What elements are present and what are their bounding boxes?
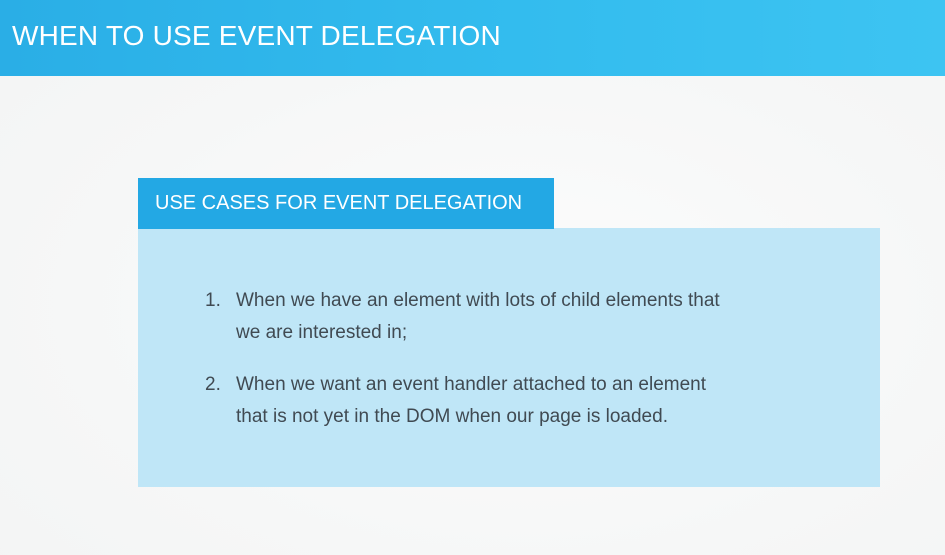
list-item-text-line-1: When we have an element with lots of chi…	[236, 290, 720, 311]
card-header: USE CASES FOR EVENT DELEGATION	[138, 178, 554, 229]
card-header-title: USE CASES FOR EVENT DELEGATION	[155, 192, 523, 214]
list-item-text-line-2: we are interested in;	[236, 322, 408, 343]
slide-title: WHEN TO USE EVENT DELEGATION	[12, 20, 501, 51]
list-item-text-line-2: that is not yet in the DOM when our page…	[236, 406, 668, 427]
title-bar: WHEN TO USE EVENT DELEGATION	[0, 0, 945, 76]
list-item-number: 2.	[205, 374, 221, 395]
list-item: 1. When we have an element with lots of …	[200, 285, 820, 349]
slide: WHEN TO USE EVENT DELEGATION USE CASES F…	[0, 0, 945, 555]
use-cases-list: 1. When we have an element with lots of …	[200, 285, 820, 453]
list-item: 2. When we want an event handler attache…	[200, 369, 820, 433]
list-item-text-line-1: When we want an event handler attached t…	[236, 374, 707, 395]
list-item-number: 1.	[205, 290, 221, 311]
